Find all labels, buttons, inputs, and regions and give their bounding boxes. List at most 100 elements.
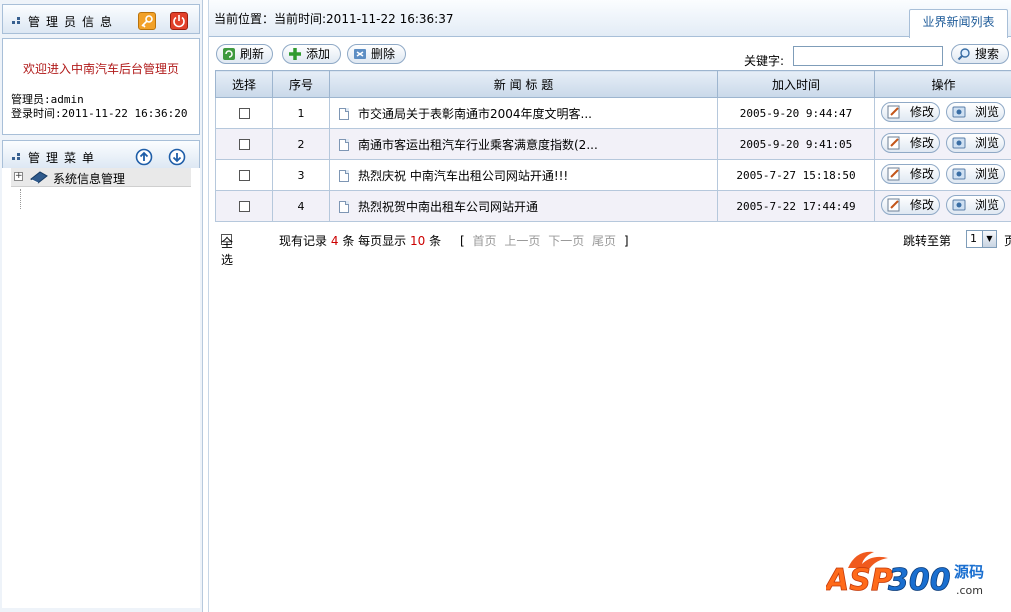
edit-button[interactable]: 修改: [881, 195, 940, 215]
login-time: 登录时间:2011-11-22 16:36:20: [11, 107, 188, 120]
row-time: 2005-9-20 9:44:47: [717, 97, 875, 129]
row-title-cell: 市交通局关于表彰南通市2004年度文明客...: [329, 97, 718, 129]
view-icon: [952, 199, 966, 211]
next-page-link[interactable]: 下一页: [548, 234, 584, 248]
menu-tree: + 系统信息管理: [2, 168, 200, 608]
sidebar: 管理员信息 欢迎进入中南汽车后台管理页 管理员:admin 登录时间:2011-…: [0, 0, 203, 612]
edit-button[interactable]: 修改: [881, 102, 940, 122]
view-button[interactable]: 浏览: [946, 195, 1005, 215]
svg-text:ASP: ASP: [826, 563, 893, 598]
tab-industry-news[interactable]: 业界新闻列表: [909, 9, 1008, 38]
admin-info-header: 管理员信息: [2, 4, 200, 34]
arrow-up-icon[interactable]: [135, 148, 153, 166]
grip-dots-icon: [12, 17, 21, 26]
key-icon[interactable]: [138, 12, 156, 30]
view-button[interactable]: 浏览: [946, 133, 1005, 153]
col-time-header: 加入时间: [717, 70, 875, 98]
menu-item-system-info[interactable]: + 系统信息管理: [11, 168, 191, 187]
table-row: 4 热烈祝贺中南出租车公司网站开通 2005-7-22 17:44:49 修改 …: [215, 190, 1011, 222]
chevron-down-icon[interactable]: ▼: [982, 231, 996, 247]
view-label: 浏览: [974, 198, 999, 212]
row-ops-cell: 修改 浏览: [874, 190, 1011, 222]
search-label: 搜索: [975, 47, 1000, 61]
view-icon: [952, 137, 966, 149]
col-select-header: 选择: [215, 70, 273, 98]
row-no: 1: [272, 97, 330, 129]
edit-icon: [887, 167, 900, 181]
pager-bracket-close: ]: [623, 234, 629, 248]
record-summary: 现有记录 4 条 每页显示 10 条: [279, 232, 441, 249]
records-suffix: 条: [429, 234, 442, 248]
row-ops-cell: 修改 浏览: [874, 159, 1011, 191]
row-checkbox[interactable]: [238, 108, 250, 119]
col-ops-header: 操作: [874, 70, 1011, 98]
row-checkbox[interactable]: [238, 139, 250, 150]
arrow-down-icon[interactable]: [168, 148, 186, 166]
refresh-label: 刷新: [240, 47, 265, 61]
row-select-cell: [215, 97, 273, 129]
row-time: 2005-7-22 17:44:49: [717, 190, 875, 222]
page-jump-select[interactable]: 1 ▼: [966, 230, 997, 248]
row-checkbox[interactable]: [238, 170, 250, 181]
document-icon: [339, 200, 349, 213]
edit-icon: [887, 136, 900, 150]
row-title[interactable]: 热烈庆祝 中南汽车出租公司网站开通!!!: [358, 169, 568, 183]
top-bar: 当前位置：当前时间:2011-11-22 16:36:37 业界新闻列表: [209, 0, 1011, 38]
delete-button[interactable]: 删除: [347, 44, 406, 64]
row-ops-cell: 修改 浏览: [874, 128, 1011, 160]
table-row: 2 南通市客运出租汽车行业乘客满意度指数(2... 2005-9-20 9:41…: [215, 128, 1011, 160]
svg-text:.com: .com: [956, 584, 983, 597]
view-button[interactable]: 浏览: [946, 164, 1005, 184]
page-jump-value: 1: [970, 232, 977, 245]
row-checkbox[interactable]: [238, 201, 250, 212]
row-title-cell: 热烈祝贺中南出租车公司网站开通: [329, 190, 718, 222]
table-row: 3 热烈庆祝 中南汽车出租公司网站开通!!! 2005-7-27 15:18:5…: [215, 159, 1011, 191]
edit-button[interactable]: 修改: [881, 164, 940, 184]
expand-icon[interactable]: +: [14, 172, 23, 181]
menu-title: 管理菜单: [28, 151, 101, 165]
add-button[interactable]: 添加: [282, 44, 341, 64]
edit-button[interactable]: 修改: [881, 133, 940, 153]
power-icon[interactable]: [170, 12, 188, 30]
row-ops-cell: 修改 浏览: [874, 97, 1011, 129]
row-title[interactable]: 南通市客运出租汽车行业乘客满意度指数(2...: [358, 138, 598, 152]
row-no: 2: [272, 128, 330, 160]
row-select-cell: [215, 190, 273, 222]
prev-page-link[interactable]: 上一页: [504, 234, 540, 248]
refresh-icon: [223, 48, 235, 60]
search-button[interactable]: 搜索: [951, 44, 1009, 64]
document-icon: [339, 107, 349, 120]
asp300-logo: ASP 300 源码 .com: [824, 542, 996, 602]
row-time: 2005-9-20 9:41:05: [717, 128, 875, 160]
row-title[interactable]: 热烈祝贺中南出租车公司网站开通: [358, 200, 538, 214]
admin-info-box: 欢迎进入中南汽车后台管理页 管理员:admin 登录时间:2011-11-22 …: [2, 38, 200, 135]
admin-info-title: 管理员信息: [28, 15, 119, 29]
row-time: 2005-7-27 15:18:50: [717, 159, 875, 191]
breadcrumb: 当前位置：当前时间:2011-11-22 16:36:37: [214, 12, 454, 26]
delete-icon: [354, 49, 366, 59]
search-icon: [957, 48, 970, 61]
row-select-cell: [215, 128, 273, 160]
records-mid: 条 每页显示: [342, 234, 407, 248]
col-no-header: 序号: [272, 70, 330, 98]
svg-text:源码: 源码: [954, 563, 984, 581]
delete-label: 删除: [371, 47, 396, 61]
keyword-input[interactable]: [793, 46, 943, 66]
first-page-link[interactable]: 首页: [473, 234, 497, 248]
tree-connector: [20, 189, 21, 209]
select-all-label: 全选: [221, 236, 234, 267]
news-table: 选择 序号 新 闻 标 题 加入时间 操作 1 市交通局关于表彰南通市2004年…: [215, 70, 1011, 222]
edit-icon: [887, 105, 900, 119]
refresh-button[interactable]: 刷新: [216, 44, 273, 64]
view-button[interactable]: 浏览: [946, 102, 1005, 122]
view-icon: [952, 106, 966, 118]
table-row: 1 市交通局关于表彰南通市2004年度文明客... 2005-9-20 9:44…: [215, 97, 1011, 129]
table-header-row: 选择 序号 新 闻 标 题 加入时间 操作: [215, 70, 1011, 98]
col-title-header: 新 闻 标 题: [329, 70, 718, 98]
last-page-link[interactable]: 尾页: [592, 234, 616, 248]
view-icon: [952, 168, 966, 180]
row-title[interactable]: 市交通局关于表彰南通市2004年度文明客...: [358, 107, 592, 121]
pager-bracket-open: [: [460, 234, 465, 248]
jump-label: 跳转至第: [903, 234, 952, 248]
edit-label: 修改: [909, 105, 934, 119]
